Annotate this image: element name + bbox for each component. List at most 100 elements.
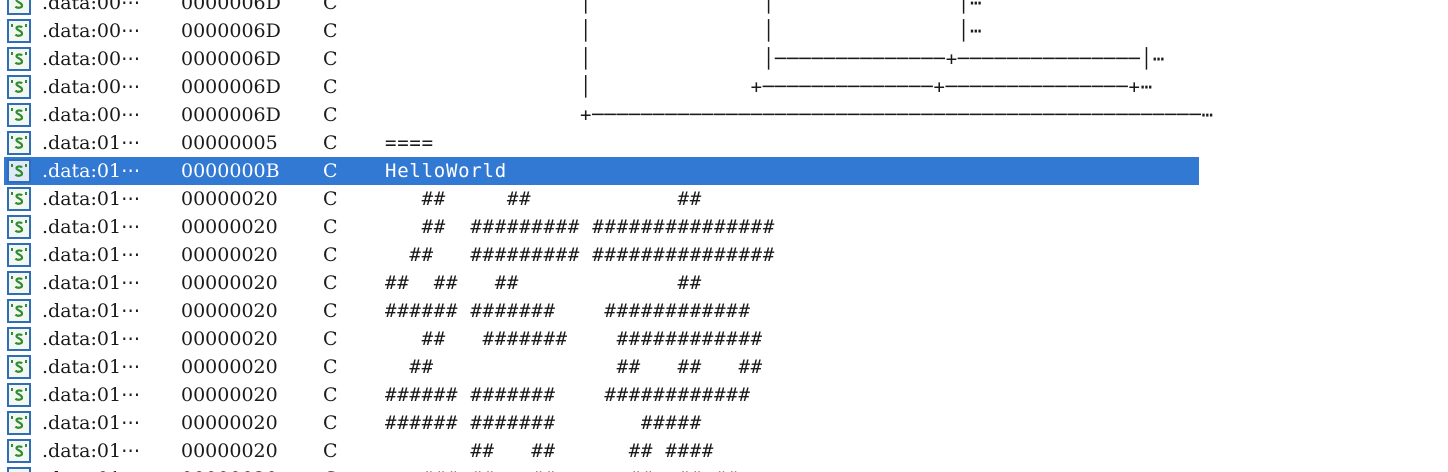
string-cell: +───────────────────────────────────────…	[385, 104, 1214, 126]
string-cell: │ +──────────────+───────────────+⋯	[385, 76, 1153, 98]
type-cell: C	[323, 384, 338, 406]
table-row[interactable]: .data:01⋯ 00000020 C ## ## ## ##	[0, 269, 1448, 297]
length-cell: 0000006D	[181, 104, 281, 126]
table-row[interactable]: .data:01⋯ 00000020 C ## ## ## ##	[0, 353, 1448, 381]
string-literal-icon	[7, 103, 31, 127]
type-cell: C	[323, 104, 338, 126]
string-cell: ###### ####### ############	[385, 384, 751, 406]
table-row[interactable]: .data:01⋯ 00000020 C ## ## ## ####	[0, 437, 1448, 465]
table-row[interactable]: .data:01⋯ 00000020 C ###### ####### #######…	[0, 381, 1448, 409]
type-cell: C	[323, 0, 338, 14]
address-cell: .data:01⋯	[42, 216, 141, 238]
address-cell: .data:01⋯	[42, 328, 141, 350]
length-cell: 00000005	[181, 132, 278, 154]
table-row[interactable]: .data:01⋯ 00000020 C ## ####### ##########…	[0, 325, 1448, 353]
address-cell: .data:01⋯	[42, 468, 140, 472]
type-cell: C	[323, 76, 338, 98]
length-cell: 0000006D	[181, 48, 281, 70]
table-row[interactable]: .data:00⋯ 0000006D C │ │ │⋯	[0, 0, 1448, 17]
address-cell: .data:01⋯	[42, 356, 141, 378]
length-cell: 00000020	[181, 412, 278, 434]
string-literal-icon	[7, 299, 31, 323]
address-cell: .data:00⋯	[42, 0, 141, 14]
string-cell: ## ####### ############	[385, 328, 763, 350]
address-cell: .data:01⋯	[42, 132, 141, 154]
address-cell: .data:00⋯	[42, 20, 141, 42]
string-cell: │ │ │⋯	[385, 0, 983, 14]
table-row[interactable]: .data:01⋯ 00000005 C ====	[0, 129, 1448, 157]
length-cell: 00000020	[181, 300, 278, 322]
string-literal-icon	[7, 383, 31, 407]
string-cell: ## ######### ###############	[385, 244, 776, 266]
length-cell: 0000006D	[181, 20, 281, 42]
address-cell: .data:01⋯	[42, 272, 141, 294]
string-literal-icon	[7, 159, 31, 183]
string-cell: HelloWorld	[385, 160, 507, 182]
address-cell: .data:01⋯	[42, 160, 141, 182]
length-cell: 00000020	[181, 272, 278, 294]
length-cell: 00000020	[181, 188, 278, 210]
table-row[interactable]: .data:01⋯ 00000020 C ###### ####### #######…	[0, 297, 1448, 325]
length-cell: 00000020	[181, 216, 278, 238]
table-row[interactable]: .data:01⋯ 00000020 C ## ######### ########…	[0, 241, 1448, 269]
type-cell: C	[323, 272, 338, 294]
type-cell: C	[323, 412, 338, 434]
table-row[interactable]: .data:01⋯ 00000020 C ## ## ##	[0, 185, 1448, 213]
string-literal-icon	[7, 19, 31, 43]
type-cell: C	[323, 244, 338, 266]
strings-list: .data:00⋯ 0000006D C │ │ │⋯ .data:00⋯ 000000…	[0, 0, 1448, 472]
type-cell: C	[323, 132, 338, 154]
type-cell: C	[323, 160, 338, 182]
table-row[interactable]: .data:00⋯ 0000006D C │ │──────────────+───…	[0, 45, 1448, 73]
string-cell: │ │ │⋯	[385, 20, 983, 42]
string-cell: ###### ####### ############	[385, 300, 751, 322]
address-cell: .data:01⋯	[42, 244, 141, 266]
table-row[interactable]: .data:01⋯ 00000020 C ###### ####### #####	[0, 409, 1448, 437]
string-cell: ====	[385, 132, 434, 154]
length-cell: 00000020	[181, 468, 278, 472]
table-row[interactable]: .data:00⋯ 0000006D C │ │ │⋯	[0, 17, 1448, 45]
length-cell: 00000020	[181, 328, 278, 350]
table-row[interactable]: .data:01⋯ 00000020 C ### ## ## ## ## ##	[0, 465, 1448, 472]
address-cell: .data:01⋯	[42, 384, 141, 406]
address-cell: .data:01⋯	[42, 440, 141, 462]
type-cell: C	[323, 20, 338, 42]
table-row[interactable]: .data:01⋯ 0000000B C HelloWorld	[0, 157, 1448, 185]
type-cell: C	[323, 328, 338, 350]
length-cell: 0000006D	[181, 76, 281, 98]
string-cell: ###### ####### #####	[385, 412, 702, 434]
string-cell: ### ## ## ## ## ##	[385, 468, 738, 472]
string-cell: │ │──────────────+───────────────│⋯	[385, 48, 1166, 70]
type-cell: C	[323, 188, 338, 210]
length-cell: 0000000B	[181, 160, 280, 182]
address-cell: .data:00⋯	[42, 104, 141, 126]
length-cell: 00000020	[181, 356, 278, 378]
type-cell: C	[323, 216, 338, 238]
string-cell: ## ######### ###############	[385, 216, 776, 238]
length-cell: 0000006D	[181, 0, 281, 14]
address-cell: .data:01⋯	[42, 188, 141, 210]
string-literal-icon	[7, 467, 31, 472]
string-literal-icon	[7, 327, 31, 351]
string-literal-icon	[7, 355, 31, 379]
length-cell: 00000020	[181, 384, 278, 406]
table-row[interactable]: .data:00⋯ 0000006D C │ +──────────────+───…	[0, 73, 1448, 101]
table-row[interactable]: .data:01⋯ 00000020 C ## ######### ########…	[0, 213, 1448, 241]
type-cell: C	[323, 48, 338, 70]
string-literal-icon	[7, 243, 31, 267]
string-literal-icon	[7, 75, 31, 99]
type-cell: C	[323, 300, 338, 322]
string-cell: ## ## ##	[385, 188, 702, 210]
string-literal-icon	[7, 411, 31, 435]
address-cell: .data:00⋯	[42, 48, 141, 70]
string-literal-icon	[7, 0, 31, 15]
string-literal-icon	[7, 271, 31, 295]
address-cell: .data:01⋯	[42, 300, 141, 322]
type-cell: C	[323, 468, 338, 472]
table-row[interactable]: .data:00⋯ 0000006D C +────────────────────…	[0, 101, 1448, 129]
type-cell: C	[323, 356, 338, 378]
type-cell: C	[323, 440, 338, 462]
string-literal-icon	[7, 215, 31, 239]
string-literal-icon	[7, 439, 31, 463]
address-cell: .data:00⋯	[42, 76, 141, 98]
